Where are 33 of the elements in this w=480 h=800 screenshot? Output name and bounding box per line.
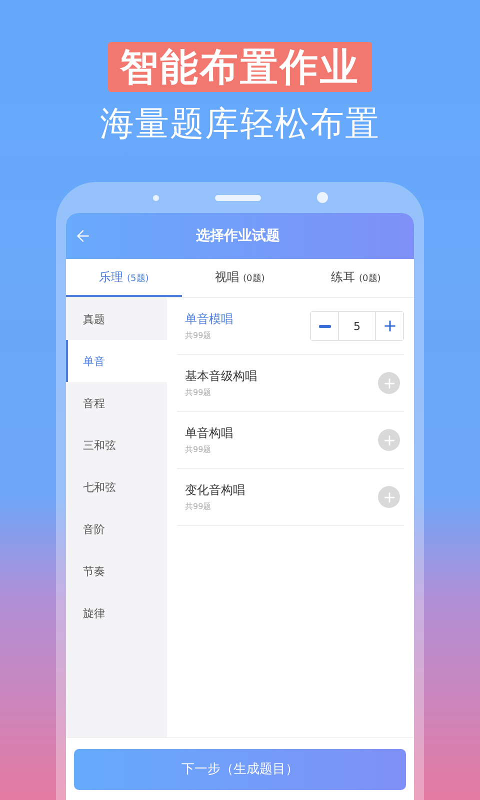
category-item[interactable]: 音程 bbox=[66, 382, 167, 424]
sensor-icon bbox=[152, 194, 158, 200]
category-item[interactable]: 节奏 bbox=[66, 550, 167, 592]
minus-icon bbox=[318, 324, 330, 328]
category-item[interactable]: 单音 bbox=[66, 340, 167, 382]
camera-icon bbox=[316, 192, 328, 203]
topic-name: 单音模唱 bbox=[185, 311, 234, 328]
screen-title: 选择作业试题 bbox=[195, 227, 281, 245]
category-item[interactable]: 旋律 bbox=[66, 592, 167, 634]
back-button[interactable] bbox=[74, 227, 92, 245]
plus-icon bbox=[382, 490, 396, 504]
question-count: 共99题 bbox=[185, 330, 212, 341]
headline: 智能布置作业 bbox=[108, 42, 372, 92]
add-button[interactable] bbox=[378, 429, 400, 451]
plus-icon bbox=[382, 432, 396, 448]
add-button[interactable] bbox=[378, 372, 400, 394]
add-button[interactable] bbox=[378, 486, 400, 508]
plus-icon bbox=[382, 376, 396, 390]
tab[interactable]: 练耳 (0题) bbox=[298, 259, 414, 297]
speaker-icon bbox=[214, 194, 260, 200]
topic-name: 变化音构唱 bbox=[185, 482, 246, 499]
plus-icon bbox=[382, 318, 398, 334]
tab[interactable]: 视唱 (0题) bbox=[182, 259, 298, 297]
category-item[interactable]: 音阶 bbox=[66, 508, 167, 550]
category-item[interactable]: 三和弦 bbox=[66, 424, 167, 466]
question-count: 共99题 bbox=[185, 387, 212, 398]
category-item[interactable]: 七和弦 bbox=[66, 466, 167, 508]
topic-name: 基本音级构唱 bbox=[185, 368, 258, 385]
topic-name: 单音构唱 bbox=[185, 425, 234, 442]
subtitle: 海量题库轻松布置 bbox=[100, 103, 380, 146]
question-count: 共99题 bbox=[185, 501, 212, 512]
question-count: 共99题 bbox=[185, 444, 212, 455]
category-item[interactable]: 真题 bbox=[66, 298, 167, 340]
